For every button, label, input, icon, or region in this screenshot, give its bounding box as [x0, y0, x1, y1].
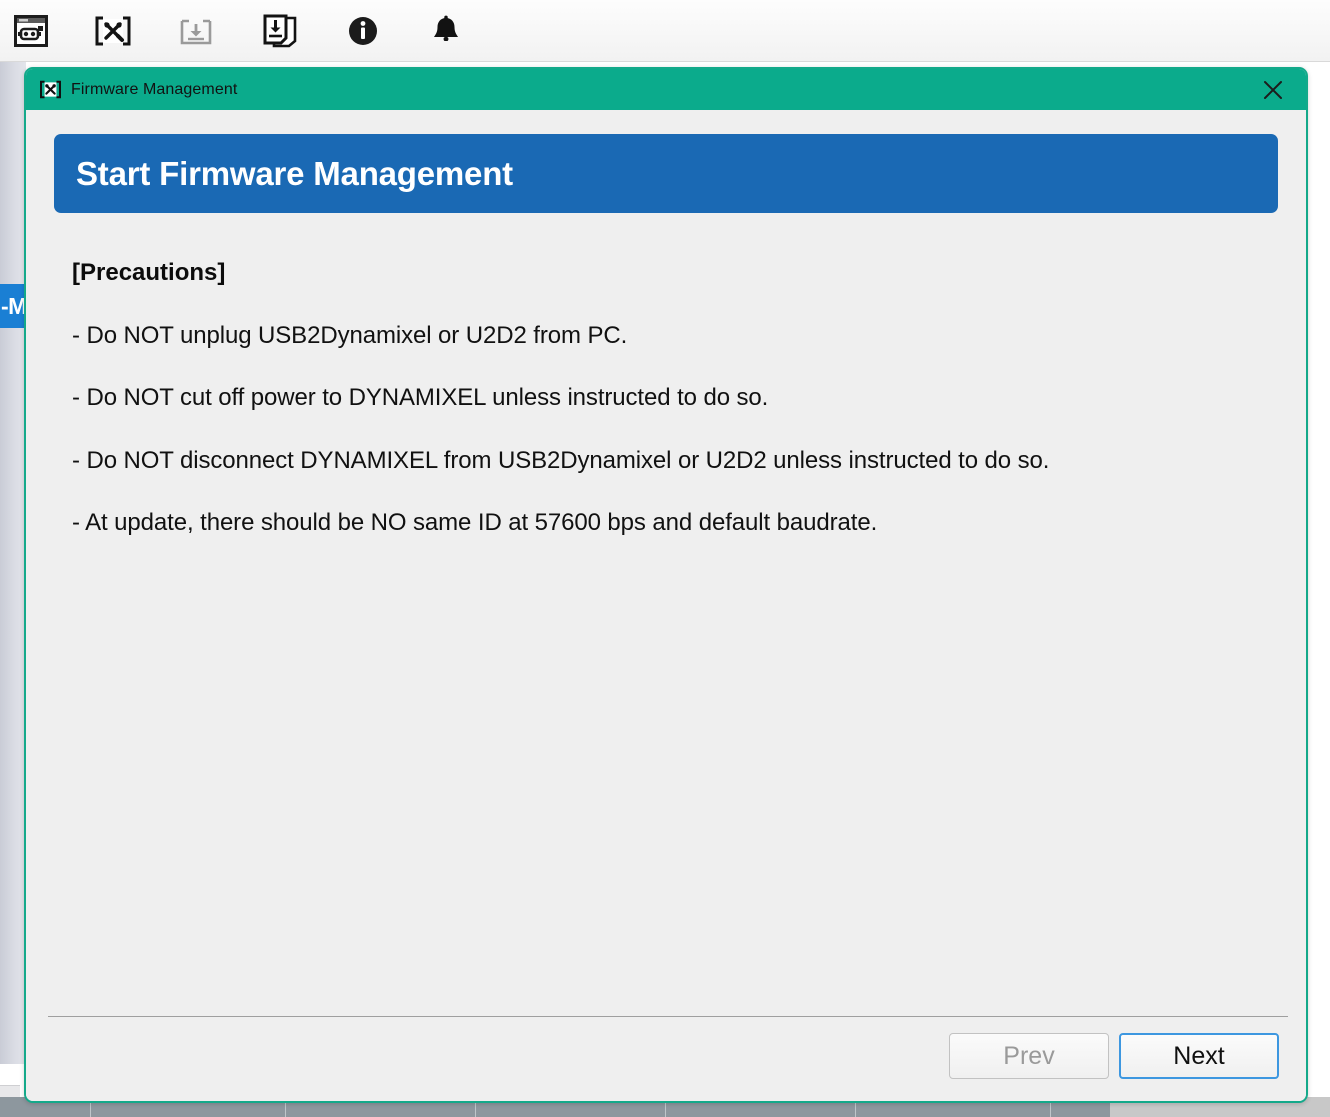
close-icon[interactable]: [1254, 69, 1292, 110]
precautions-heading: [Precautions]: [72, 259, 226, 286]
footer-button-group: Prev Next: [949, 1033, 1279, 1079]
dialog-titlebar: Firmware Management: [26, 69, 1306, 110]
info-icon[interactable]: [332, 8, 394, 54]
dialog-footer: Prev Next: [26, 1016, 1306, 1101]
sidebar-item-selected[interactable]: -M: [0, 284, 26, 328]
precaution-item: - Do NOT disconnect DYNAMIXEL from USB2D…: [72, 446, 1050, 474]
precautions-content: [Precautions] - Do NOT unplug USB2Dynami…: [54, 213, 1278, 537]
prev-button[interactable]: Prev: [949, 1033, 1109, 1079]
precaution-item: - Do NOT cut off power to DYNAMIXEL unle…: [72, 384, 769, 412]
download-icon: [165, 8, 227, 54]
background-sidebar: -M: [0, 62, 26, 1064]
footer-divider: [48, 1016, 1288, 1017]
next-button[interactable]: Next: [1119, 1033, 1279, 1079]
main-toolbar: [0, 0, 1330, 62]
firmware-management-dialog: Firmware Management Start Firmware Manag…: [24, 67, 1308, 1103]
bell-icon[interactable]: [415, 8, 477, 54]
firmware-tools-icon: [39, 80, 62, 99]
dialog-title: Firmware Management: [71, 80, 238, 98]
precaution-item: - Do NOT unplug USB2Dynamixel or U2D2 fr…: [72, 322, 628, 349]
page-title: Start Firmware Management: [76, 154, 513, 192]
robot-window-icon[interactable]: [0, 8, 62, 54]
precaution-item: - At update, there should be NO same ID …: [72, 509, 878, 537]
dialog-header-banner: Start Firmware Management: [54, 134, 1278, 213]
background-left-edge: [0, 1085, 20, 1097]
save-all-icon[interactable]: [249, 8, 311, 54]
dialog-body: Start Firmware Management [Precautions] …: [26, 110, 1306, 1101]
firmware-tools-icon[interactable]: [82, 8, 144, 54]
